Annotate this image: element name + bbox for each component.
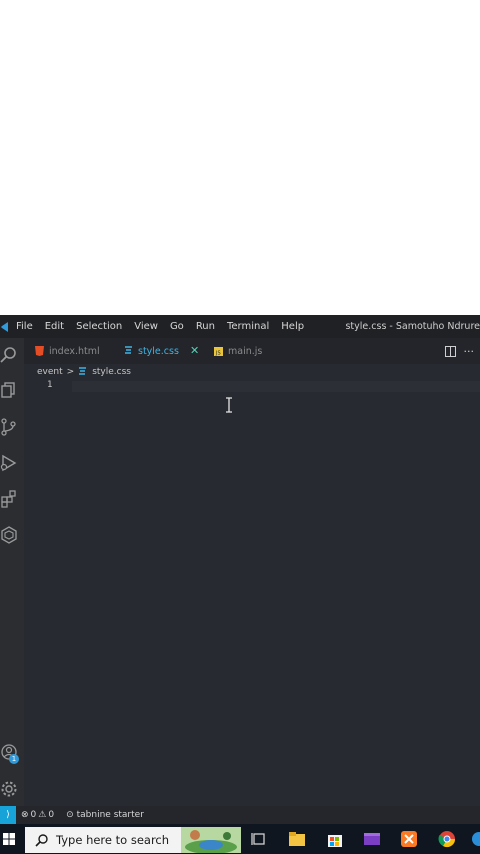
breadcrumb: event > style.css [24,364,480,380]
tab-actions: ··· [444,338,475,364]
tab-label: style.css [138,345,179,357]
tab-style-css[interactable]: style.css [124,338,179,364]
menu-terminal[interactable]: Terminal [221,321,275,332]
taskbar-app-icon[interactable] [470,830,480,848]
tabnine-icon: ⊙ [66,810,74,820]
menu-file[interactable]: File [10,321,39,332]
svg-text:JS: JS [215,351,221,357]
code-editor[interactable]: 1 [24,380,480,806]
tabnine-label: tabnine starter [76,810,144,820]
tab-main-js[interactable]: JS main.js [214,338,262,364]
search-placeholder: Type here to search [56,833,170,847]
tab-label: index.html [49,345,100,357]
video-editor-icon[interactable] [363,830,381,848]
source-control-icon[interactable] [0,418,18,436]
explorer-files-icon[interactable] [0,381,18,399]
status-bar: ⟩ ⊗ 0 ⚠ 0 ⊙ tabnine starter [0,806,480,824]
css-icon [78,367,87,377]
split-editor-icon[interactable] [444,345,456,357]
js-icon: JS [214,346,223,357]
search-highlight-illustration-icon [181,827,241,853]
taskbar-search-box[interactable]: Type here to search [25,827,241,853]
text-cursor-icon [226,397,232,413]
windows-start-icon[interactable] [3,833,15,845]
tab-label: main.js [228,345,263,357]
windows-taskbar: Type here to search [0,824,480,854]
task-view-icon[interactable] [250,830,268,848]
close-tab-icon[interactable]: ✕ [190,338,199,364]
tab-index-html[interactable]: index.html [35,338,100,364]
menu-help[interactable]: Help [275,321,310,332]
remote-explorer-icon[interactable] [0,526,18,544]
breadcrumb-folder[interactable]: event [37,367,63,377]
error-count: 0 [30,810,37,820]
menu-go[interactable]: Go [164,321,190,332]
error-icon: ⊗ [21,810,29,820]
blank-area [0,0,480,315]
menu-run[interactable]: Run [190,321,221,332]
more-actions-icon[interactable]: ··· [464,345,475,358]
warning-count: 0 [48,810,55,820]
menu-edit[interactable]: Edit [39,321,70,332]
css-icon [124,346,133,356]
remote-indicator-icon[interactable]: ⟩ [0,806,16,824]
window-title: style.css - Samotuho Ndrure [345,321,480,332]
warning-icon: ⚠ [38,810,47,820]
xampp-icon[interactable] [400,830,418,848]
accounts-badge: 1 [9,754,19,764]
line-number: 1 [47,380,53,390]
breadcrumb-file[interactable]: style.css [92,367,131,377]
problems-indicator[interactable]: ⊗ 0 ⚠ 0 [21,810,54,820]
activity-bar: 1 [0,338,24,806]
html-icon [35,346,44,356]
tabnine-status[interactable]: ⊙ tabnine starter [66,810,144,820]
menu-view[interactable]: View [128,321,164,332]
menu-selection[interactable]: Selection [70,321,128,332]
menu-bar: File Edit Selection View Go Run Terminal… [0,315,480,338]
chrome-icon[interactable] [438,830,456,848]
editor-tabs: index.html style.css ✕ JS main.js ··· [24,338,480,364]
breadcrumb-separator: > [66,367,75,377]
run-debug-icon[interactable] [0,454,18,472]
settings-gear-icon[interactable] [0,780,18,798]
file-explorer-icon[interactable] [288,830,306,848]
current-line-highlight [72,381,480,392]
microsoft-store-icon[interactable] [326,830,344,848]
search-icon[interactable] [0,346,18,364]
vscode-logo-icon[interactable] [0,315,10,338]
search-icon [35,833,48,847]
extensions-icon[interactable] [0,490,18,508]
